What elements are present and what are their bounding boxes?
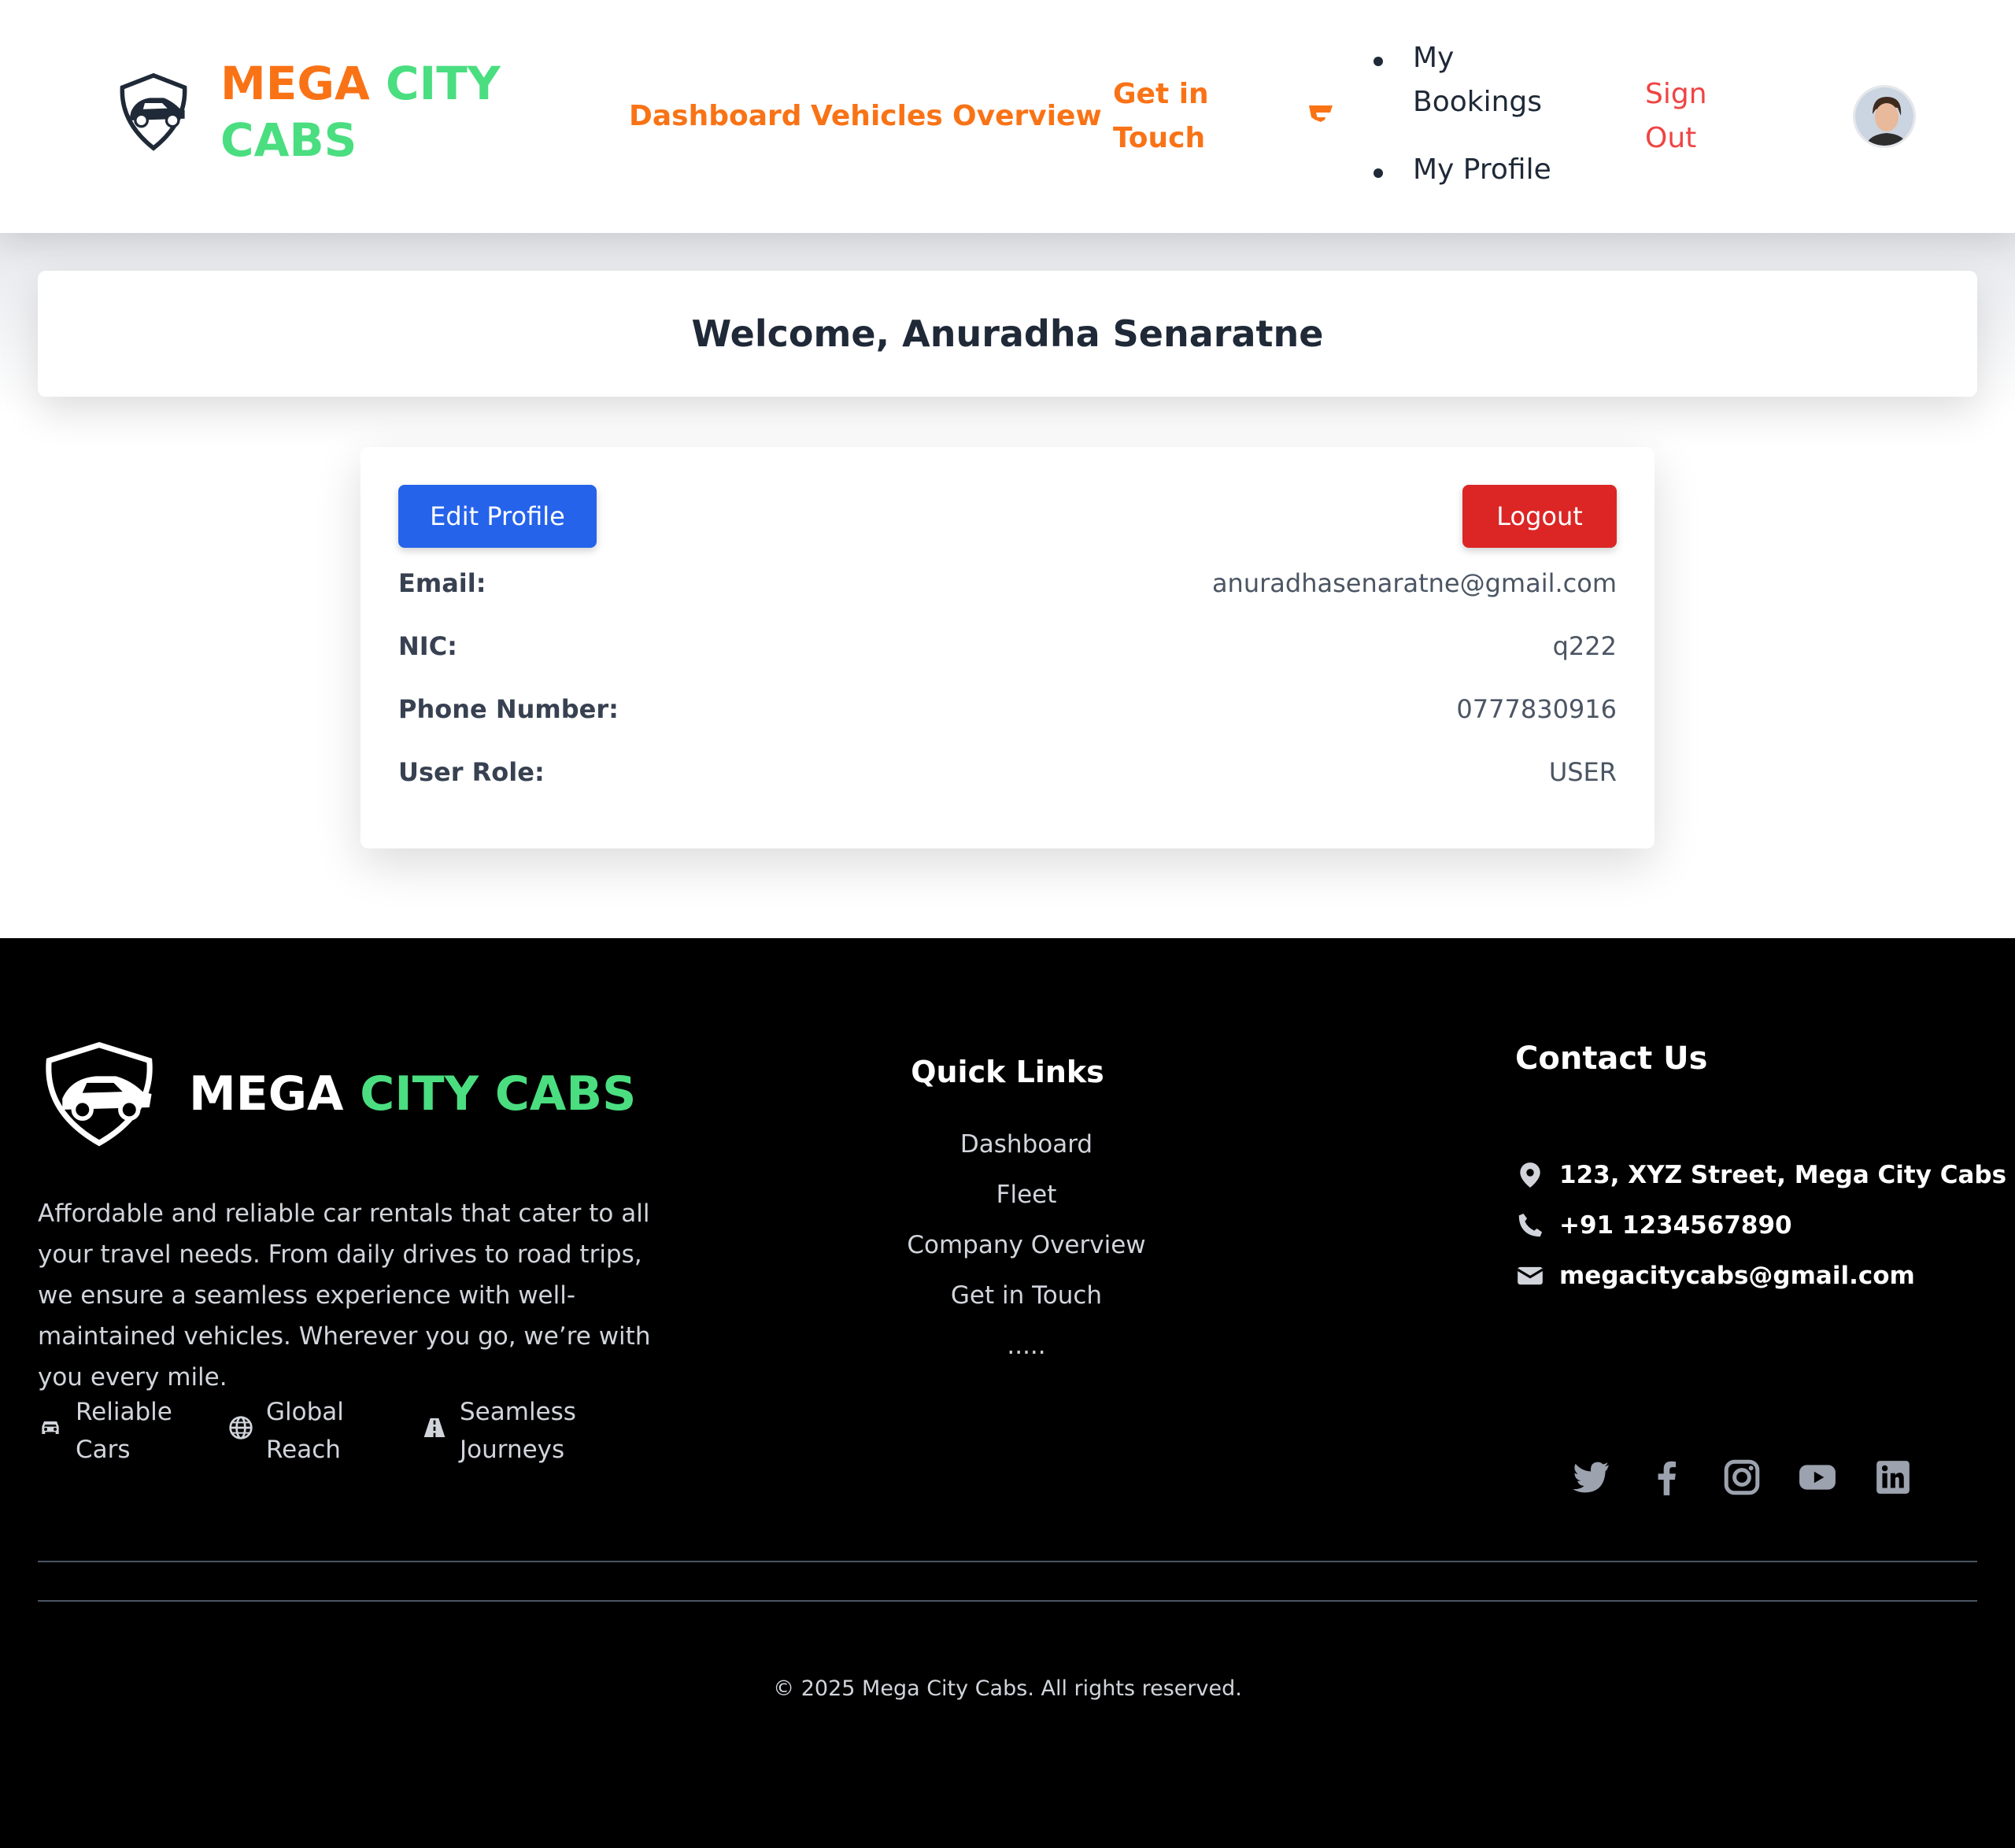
quick-link-get-in-touch[interactable]: Get in Touch — [869, 1270, 1184, 1321]
profile-card: Edit Profile Logout Email: anuradhasenar… — [360, 447, 1655, 848]
quick-link-more[interactable]: ..... — [869, 1321, 1184, 1371]
facebook-icon[interactable] — [1647, 1458, 1686, 1497]
g-logo-icon[interactable] — [1307, 101, 1335, 129]
nav-link-vehicles[interactable]: Vehicles — [811, 94, 943, 139]
road-icon — [423, 1418, 446, 1437]
info-row-role: User Role: USER — [398, 752, 1617, 792]
brand-word-cabs: CABS — [220, 113, 357, 167]
feature-line2: Cars — [76, 1436, 131, 1464]
role-label: User Role: — [398, 757, 545, 787]
contact-us-title: Contact Us — [1515, 1040, 1708, 1077]
quick-link-dashboard[interactable]: Dashboard — [869, 1119, 1184, 1170]
car-icon — [42, 1421, 59, 1434]
footer-brand-name: MEGA CITY CABS — [189, 1066, 636, 1122]
contact-address: 123, XYZ Street, Mega City Cabs — [1515, 1160, 2006, 1190]
info-row-email: Email: anuradhasenaratne@gmail.com — [398, 564, 1617, 603]
email-label: Email: — [398, 568, 486, 598]
feature-global-reach: Global Reach — [228, 1393, 344, 1469]
nav-link-dashboard[interactable]: Dashboard — [629, 94, 802, 139]
brand-name: MEGA CITY CABS — [220, 55, 504, 168]
contact-email[interactable]: megacitycabs@gmail.com — [1515, 1261, 1915, 1291]
contact-address-text: 123, XYZ Street, Mega City Cabs — [1559, 1161, 2007, 1189]
car-shield-logo-icon — [46, 1041, 153, 1147]
contact-email-text: megacitycabs@gmail.com — [1559, 1262, 1915, 1290]
feature-line1: Seamless — [460, 1398, 576, 1426]
sign-out-link[interactable]: Sign Out — [1645, 72, 1740, 161]
phone-value: 0777830916 — [1456, 694, 1617, 724]
footer-brand-word-mega: MEGA — [189, 1066, 344, 1122]
quick-links-list: Dashboard Fleet Company Overview Get in … — [869, 1119, 1184, 1371]
phone-icon — [1518, 1213, 1543, 1237]
footer-divider — [38, 1600, 1977, 1602]
globe-icon — [229, 1416, 253, 1440]
info-row-nic: NIC: q222 — [398, 626, 1617, 666]
feature-line1: Reliable — [76, 1398, 172, 1426]
social-links — [1571, 1458, 1949, 1497]
logout-button[interactable]: Logout — [1462, 485, 1617, 548]
brand-word-city: CITY — [386, 57, 501, 110]
email-value: anuradhasenaratne@gmail.com — [1211, 568, 1617, 598]
menu-item-my-profile[interactable]: My Profile — [1374, 148, 1570, 192]
quick-link-fleet[interactable]: Fleet — [869, 1170, 1184, 1220]
account-menu: My Bookings My Profile — [1374, 36, 1570, 192]
nav-link-get-in-touch[interactable]: Get in Touch — [1113, 72, 1231, 161]
menu-item-my-bookings[interactable]: My Bookings — [1374, 36, 1570, 124]
role-value: USER — [1548, 757, 1617, 787]
avatar[interactable] — [1853, 85, 1916, 148]
footer: MEGA CITY CABS Affordable and reliable c… — [0, 938, 2015, 1848]
footer-description: Affordable and reliable car rentals that… — [38, 1199, 651, 1392]
navbar: MEGA CITY CABS Dashboard Vehicles Overvi… — [0, 0, 2015, 233]
nic-value: q222 — [1552, 631, 1617, 661]
phone-label: Phone Number: — [398, 694, 619, 724]
envelope-icon — [1517, 1266, 1544, 1285]
quick-links-title: Quick Links — [911, 1055, 1104, 1089]
contact-phone[interactable]: +91 1234567890 — [1515, 1210, 1792, 1240]
main-content: Welcome, Anuradha Senaratne Edit Profile… — [0, 233, 2015, 938]
feature-seamless-journeys: Seamless Journeys — [422, 1393, 576, 1469]
edit-profile-button[interactable]: Edit Profile — [398, 485, 597, 548]
nic-label: NIC: — [398, 631, 457, 661]
info-row-phone: Phone Number: 0777830916 — [398, 689, 1617, 729]
footer-divider — [38, 1561, 1977, 1562]
feature-reliable-cars: Reliable Cars — [38, 1393, 172, 1469]
footer-brand-word-city-cabs: CITY CABS — [360, 1066, 637, 1122]
welcome-heading: Welcome, Anuradha Senaratne — [691, 312, 1324, 355]
feature-line2: Reach — [266, 1436, 341, 1464]
twitter-icon[interactable] — [1571, 1458, 1610, 1497]
feature-line1: Global — [266, 1398, 344, 1426]
map-pin-icon — [1520, 1162, 1540, 1188]
welcome-banner: Welcome, Anuradha Senaratne — [38, 271, 1977, 397]
instagram-icon[interactable] — [1722, 1458, 1762, 1497]
car-shield-logo-icon — [120, 72, 187, 151]
user-avatar-icon — [1855, 87, 1913, 146]
brand[interactable]: MEGA CITY CABS — [110, 55, 504, 168]
nav-link-overview[interactable]: Overview — [952, 94, 1102, 139]
youtube-icon[interactable] — [1798, 1458, 1837, 1497]
footer-brand[interactable]: MEGA CITY CABS — [38, 1040, 636, 1148]
quick-link-company-overview[interactable]: Company Overview — [869, 1220, 1184, 1270]
contact-phone-text: +91 1234567890 — [1559, 1211, 1792, 1240]
copyright: © 2025 Mega City Cabs. All rights reserv… — [773, 1676, 1242, 1701]
feature-line2: Journeys — [460, 1436, 565, 1464]
brand-word-mega: MEGA — [220, 57, 370, 110]
linkedin-icon[interactable] — [1873, 1458, 1913, 1497]
